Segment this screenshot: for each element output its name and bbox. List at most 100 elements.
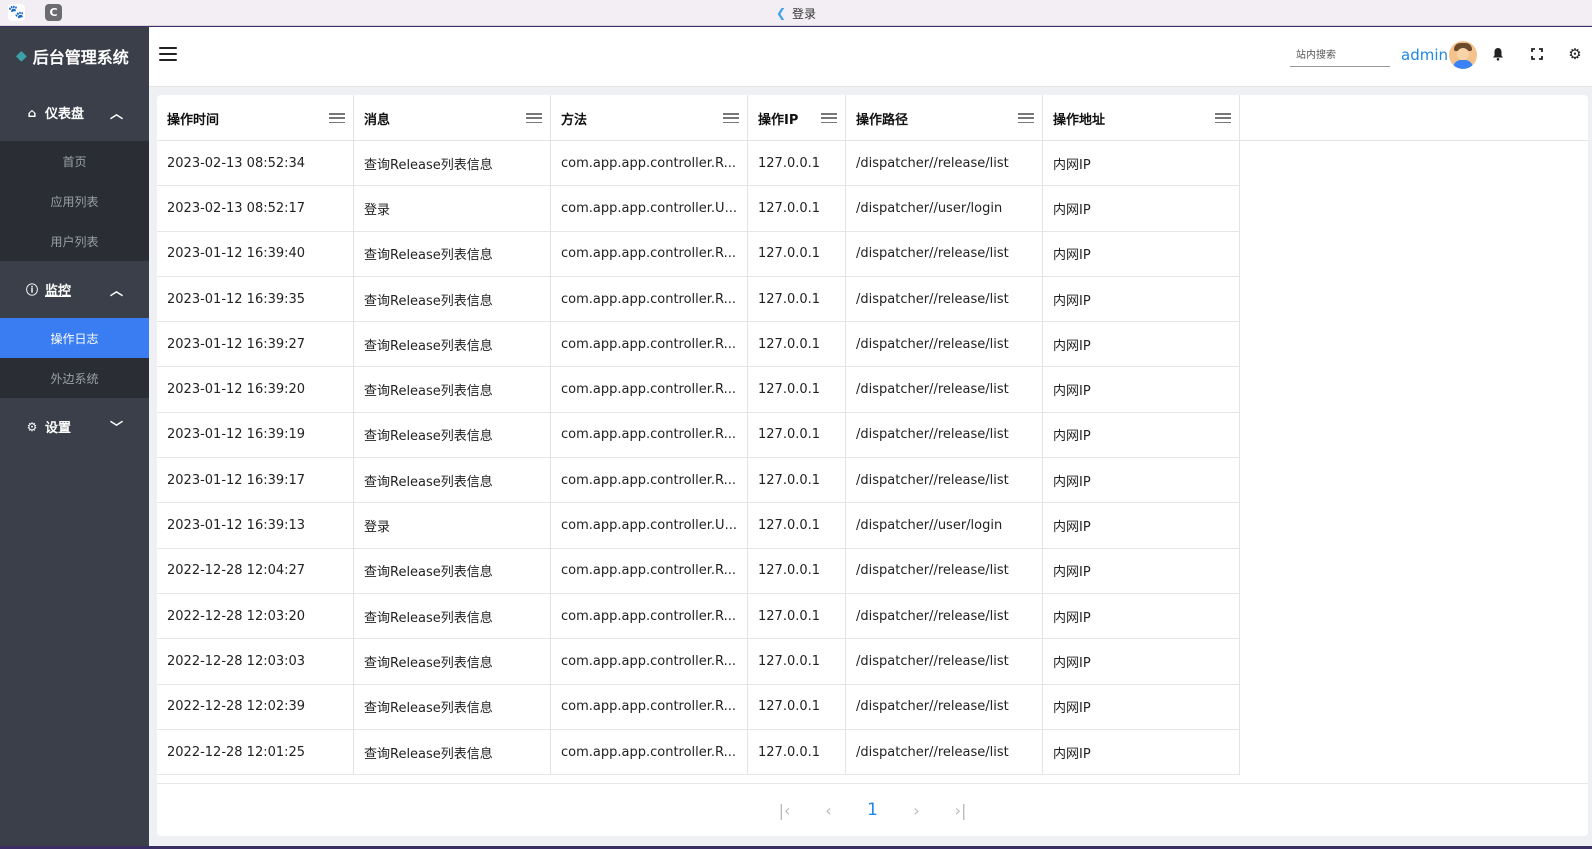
window-titlebar: 🐾 C ❮ 登录 bbox=[0, 0, 1592, 26]
table-cell: 查询Release列表信息 bbox=[354, 458, 551, 503]
menu-group-settings[interactable]: ⚙ 设置 ﹀ bbox=[0, 398, 149, 455]
menu-group-label: 监控 bbox=[45, 284, 72, 299]
table-cell: 内网IP bbox=[1043, 593, 1240, 639]
search-input[interactable] bbox=[1290, 45, 1390, 67]
bell-icon[interactable] bbox=[1489, 45, 1507, 63]
sidebar-item-user-list[interactable]: 用户列表 bbox=[0, 221, 149, 261]
log-table: 操作时间 消息 方法 操作IP 操作路径 操作地址 2023-02-13 08:… bbox=[157, 95, 1588, 836]
table-cell: /dispatcher//release/list bbox=[846, 322, 1043, 367]
table-cell: 127.0.0.1 bbox=[748, 367, 846, 412]
column-menu-icon[interactable] bbox=[821, 113, 837, 123]
table-cell: 登录 bbox=[354, 186, 551, 231]
table-cell: /dispatcher//release/list bbox=[846, 276, 1043, 322]
sidebar-item-app-list[interactable]: 应用列表 bbox=[0, 181, 149, 221]
table-cell: 内网IP bbox=[1043, 367, 1240, 412]
table-row[interactable]: 2023-01-12 16:39:20 查询Release列表信息 com.app.… bbox=[157, 367, 1240, 413]
avatar[interactable] bbox=[1449, 41, 1477, 69]
brand: ◆ 后台管理系统 bbox=[0, 27, 149, 84]
table-cell: 查询Release列表信息 bbox=[354, 367, 551, 412]
column-menu-icon[interactable] bbox=[526, 113, 542, 123]
logo-icon: ◆ bbox=[16, 47, 27, 64]
table-cell: com.app.app.controller.R... bbox=[551, 276, 748, 322]
table-cell: 查询Release列表信息 bbox=[354, 639, 551, 684]
table-cell: 内网IP bbox=[1043, 412, 1240, 458]
table-body: 2023-02-13 08:52:34 查询Release列表信息 com.app.… bbox=[157, 141, 1588, 776]
table-row[interactable]: 2022-12-28 12:02:39 查询Release列表信息 com.app.… bbox=[157, 684, 1240, 730]
table-cell: 2023-01-12 16:39:40 bbox=[157, 231, 354, 276]
username[interactable]: admin bbox=[1401, 46, 1448, 64]
table-row[interactable]: 2023-01-12 16:39:27 查询Release列表信息 com.app.… bbox=[157, 322, 1240, 368]
table-cell: /dispatcher//user/login bbox=[846, 503, 1043, 548]
column-menu-icon[interactable] bbox=[723, 113, 739, 123]
home-icon: ⌂ bbox=[27, 105, 37, 120]
table-row[interactable]: 2023-01-12 16:39:13 登录 com.app.app.control… bbox=[157, 503, 1240, 549]
table-cell: 2022-12-28 12:03:20 bbox=[157, 593, 354, 639]
table-cell: 内网IP bbox=[1043, 548, 1240, 593]
menu-toggle-icon[interactable] bbox=[159, 47, 177, 61]
table-cell: com.app.app.controller.R... bbox=[551, 367, 748, 412]
table-cell: 127.0.0.1 bbox=[748, 186, 846, 231]
table-row[interactable]: 2022-12-28 12:03:20 查询Release列表信息 com.app.… bbox=[157, 593, 1240, 640]
chevron-down-icon: ﹀ bbox=[109, 421, 123, 436]
table-row[interactable]: 2023-02-13 08:52:17 登录 com.app.app.control… bbox=[157, 186, 1240, 232]
table-cell: 127.0.0.1 bbox=[748, 548, 846, 593]
table-cell: /dispatcher//release/list bbox=[846, 458, 1043, 503]
table-cell: 2022-12-28 12:02:39 bbox=[157, 684, 354, 729]
table-cell: 2023-01-12 16:39:19 bbox=[157, 412, 354, 458]
table-cell: 127.0.0.1 bbox=[748, 684, 846, 729]
gear-icon[interactable]: ⚙ bbox=[1566, 45, 1584, 63]
table-cell: 内网IP bbox=[1043, 729, 1240, 775]
table-cell: 查询Release列表信息 bbox=[354, 231, 551, 276]
column-header[interactable]: 操作时间 bbox=[157, 95, 354, 141]
brand-title: 后台管理系统 bbox=[32, 47, 129, 67]
next-page-icon[interactable]: › bbox=[895, 801, 939, 820]
chevron-up-icon: ︿ bbox=[109, 284, 123, 299]
table-row[interactable]: 2022-12-28 12:01:25 查询Release列表信息 com.app.… bbox=[157, 729, 1240, 776]
column-menu-icon[interactable] bbox=[1215, 113, 1231, 123]
fullscreen-icon[interactable] bbox=[1528, 45, 1546, 63]
window-title: ❮ 登录 bbox=[0, 0, 1592, 26]
menu-group-dashboard[interactable]: ⌂ 仪表盘 ︿ bbox=[0, 84, 149, 141]
menu-group-monitor[interactable]: ⓘ 监控 ︿ bbox=[0, 261, 149, 318]
column-menu-icon[interactable] bbox=[329, 113, 345, 123]
table-cell: 内网IP bbox=[1043, 276, 1240, 322]
first-page-icon[interactable]: |‹ bbox=[763, 801, 807, 820]
column-header[interactable]: 操作IP bbox=[748, 95, 846, 141]
table-cell: com.app.app.controller.R... bbox=[551, 231, 748, 276]
column-header[interactable]: 消息 bbox=[354, 95, 551, 141]
table-cell: 登录 bbox=[354, 503, 551, 548]
chevron-up-icon: ︿ bbox=[109, 107, 123, 122]
table-row[interactable]: 2022-12-28 12:03:03 查询Release列表信息 com.app.… bbox=[157, 639, 1240, 685]
table-row[interactable]: 2023-01-12 16:39:35 查询Release列表信息 com.app.… bbox=[157, 276, 1240, 323]
column-menu-icon[interactable] bbox=[1018, 113, 1034, 123]
table-cell: 127.0.0.1 bbox=[748, 458, 846, 503]
column-header[interactable]: 操作路径 bbox=[846, 95, 1043, 141]
table-row[interactable]: 2023-02-13 08:52:34 查询Release列表信息 com.app.… bbox=[157, 141, 1240, 187]
current-page[interactable]: 1 bbox=[851, 800, 895, 820]
last-page-icon[interactable]: ›| bbox=[939, 801, 983, 820]
prev-page-icon[interactable]: ‹ bbox=[807, 801, 851, 820]
table-row[interactable]: 2022-12-28 12:04:27 查询Release列表信息 com.app.… bbox=[157, 548, 1240, 594]
table-cell: 2022-12-28 12:03:03 bbox=[157, 639, 354, 684]
table-cell: 查询Release列表信息 bbox=[354, 322, 551, 367]
table-cell: /dispatcher//release/list bbox=[846, 548, 1043, 593]
sidebar-item-home[interactable]: 首页 bbox=[0, 141, 149, 181]
table-cell: 2023-01-12 16:39:17 bbox=[157, 458, 354, 503]
sidebar-item-external-system[interactable]: 外边系统 bbox=[0, 358, 149, 398]
table-cell: /dispatcher//release/list bbox=[846, 231, 1043, 276]
sidebar-item-operation-log[interactable]: 操作日志 bbox=[0, 318, 149, 358]
table-cell: com.app.app.controller.R... bbox=[551, 141, 748, 186]
table-cell: com.app.app.controller.U... bbox=[551, 186, 748, 231]
table-cell: 127.0.0.1 bbox=[748, 639, 846, 684]
table-row[interactable]: 2023-01-12 16:39:17 查询Release列表信息 com.app.… bbox=[157, 458, 1240, 504]
table-cell: /dispatcher//release/list bbox=[846, 729, 1043, 775]
table-cell: 127.0.0.1 bbox=[748, 593, 846, 639]
table-cell: /dispatcher//release/list bbox=[846, 412, 1043, 458]
table-row[interactable]: 2023-01-12 16:39:40 查询Release列表信息 com.app.… bbox=[157, 231, 1240, 277]
info-icon: ⓘ bbox=[25, 283, 38, 297]
table-cell: /dispatcher//release/list bbox=[846, 141, 1043, 186]
table-row[interactable]: 2023-01-12 16:39:19 查询Release列表信息 com.app.… bbox=[157, 412, 1240, 459]
table-cell: 127.0.0.1 bbox=[748, 412, 846, 458]
column-header[interactable]: 操作地址 bbox=[1043, 95, 1240, 141]
column-header[interactable]: 方法 bbox=[551, 95, 748, 141]
